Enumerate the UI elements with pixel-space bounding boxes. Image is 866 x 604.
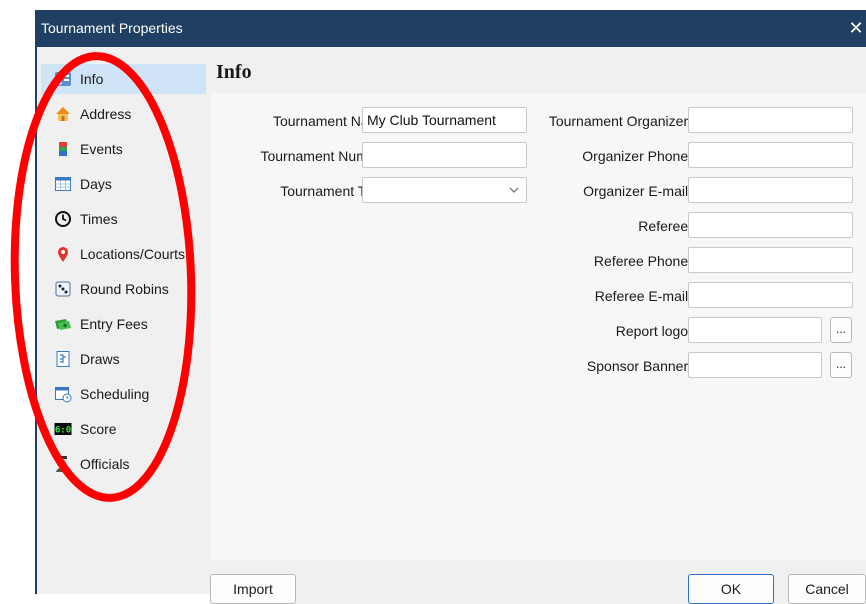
sidebar-item-label: Score xyxy=(80,421,117,437)
sidebar-item-times[interactable]: Times xyxy=(41,204,206,234)
page-title: Info xyxy=(216,61,252,83)
form-area: Tournament Name: My Club Tournament Tour… xyxy=(210,93,866,560)
tournament-organizer-field[interactable] xyxy=(688,107,853,133)
sidebar-item-label: Locations/Courts xyxy=(80,246,186,262)
sidebar-item-info[interactable]: Info xyxy=(41,64,206,94)
sidebar-item-label: Events xyxy=(80,141,123,157)
score-icon: 6:0 xyxy=(54,420,72,438)
location-pin-icon xyxy=(54,245,72,263)
sidebar-item-score[interactable]: 6:0 Score xyxy=(41,414,206,444)
tournament-organizer-label: Tournament Organizer: xyxy=(548,113,692,129)
sidebar-item-label: Officials xyxy=(80,456,130,472)
organizer-phone-label: Organizer Phone: xyxy=(582,148,692,164)
sidebar-item-days[interactable]: Days xyxy=(41,169,206,199)
sidebar-item-label: Draws xyxy=(80,351,120,367)
organizer-phone-field[interactable] xyxy=(688,142,853,168)
report-logo-label: Report logo: xyxy=(615,323,692,339)
sidebar-item-label: Round Robins xyxy=(80,281,169,297)
clock-icon xyxy=(54,210,72,228)
sponsor-banner-browse-button[interactable]: ... xyxy=(830,352,852,378)
report-logo-field[interactable] xyxy=(688,317,822,343)
chevron-down-icon xyxy=(509,187,519,193)
draws-icon xyxy=(54,350,72,368)
info-icon xyxy=(54,70,72,88)
referee-phone-label: Referee Phone: xyxy=(593,253,692,269)
sidebar-item-events[interactable]: Events xyxy=(41,134,206,164)
sidebar-item-officials[interactable]: Officials xyxy=(41,449,206,479)
sidebar-item-label: Days xyxy=(80,176,112,192)
report-logo-browse-button[interactable]: ... xyxy=(830,317,852,343)
referee-email-label: Referee E-mail: xyxy=(594,288,692,304)
tournament-name-field[interactable]: My Club Tournament xyxy=(362,107,527,133)
tournament-properties-dialog: Tournament Properties ✕ Info Address Eve… xyxy=(35,10,866,604)
referee-email-field[interactable] xyxy=(688,282,853,308)
officials-icon xyxy=(54,455,72,473)
close-icon[interactable]: ✕ xyxy=(846,17,866,39)
round-robin-icon xyxy=(54,280,72,298)
sidebar-item-locations[interactable]: Locations/Courts xyxy=(41,239,206,269)
info-panel: Info Tournament Name: My Club Tournament… xyxy=(210,47,866,560)
title-bar: Tournament Properties ✕ xyxy=(35,10,866,47)
sidebar-item-label: Entry Fees xyxy=(80,316,148,332)
scheduling-icon xyxy=(54,385,72,403)
sidebar-item-label: Address xyxy=(80,106,132,122)
sidebar-item-label: Scheduling xyxy=(80,386,150,402)
calendar-icon xyxy=(54,175,72,193)
sidebar-item-entry-fees[interactable]: Entry Fees xyxy=(41,309,206,339)
sidebar-item-draws[interactable]: Draws xyxy=(41,344,206,374)
cancel-button[interactable]: Cancel xyxy=(788,574,866,604)
dialog-footer: Import OK Cancel xyxy=(210,560,866,604)
sidebar-item-round-robins[interactable]: Round Robins xyxy=(41,274,206,304)
organizer-email-label: Organizer E-mail: xyxy=(583,183,692,199)
referee-phone-field[interactable] xyxy=(688,247,853,273)
sidebar-item-address[interactable]: Address xyxy=(41,99,206,129)
ok-button[interactable]: OK xyxy=(688,574,774,604)
svg-text:6:0: 6:0 xyxy=(55,426,71,436)
house-icon xyxy=(54,105,72,123)
sidebar: Info Address Events Days Times Locations… xyxy=(37,47,210,594)
import-button[interactable]: Import xyxy=(210,574,296,604)
sidebar-item-scheduling[interactable]: Scheduling xyxy=(41,379,206,409)
events-icon xyxy=(54,140,72,158)
sponsor-banner-label: Sponsor Banner: xyxy=(586,358,692,374)
money-icon xyxy=(54,315,72,333)
sidebar-item-label: Times xyxy=(80,211,118,227)
referee-label: Referee: xyxy=(638,218,692,234)
sidebar-item-label: Info xyxy=(80,71,104,87)
sponsor-banner-field[interactable] xyxy=(688,352,822,378)
tournament-type-select[interactable] xyxy=(362,177,527,203)
referee-field[interactable] xyxy=(688,212,853,238)
window-title: Tournament Properties xyxy=(41,20,183,36)
tournament-number-field[interactable] xyxy=(362,142,527,168)
organizer-email-field[interactable] xyxy=(688,177,853,203)
